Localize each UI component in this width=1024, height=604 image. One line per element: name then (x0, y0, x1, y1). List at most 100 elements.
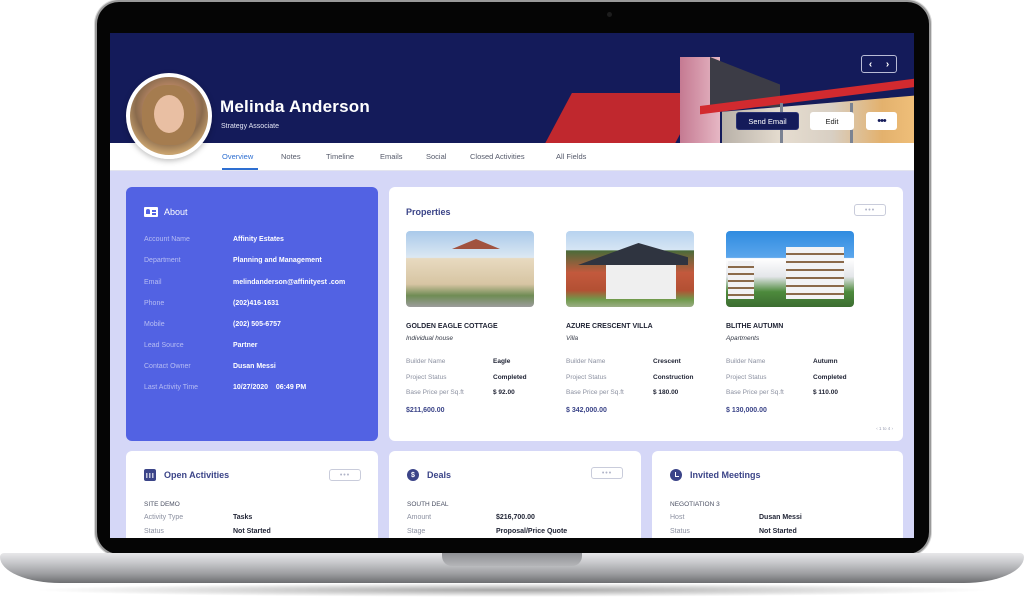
property-image[interactable] (726, 231, 854, 307)
edit-button[interactable]: Edit (810, 112, 854, 130)
email-link[interactable]: melindanderson@affinityest .com (233, 279, 345, 286)
property-type: Individual house (406, 335, 453, 342)
field-value: $ 180.00 (653, 389, 679, 396)
field-value: $ 92.00 (493, 389, 515, 396)
crm-screen: Melinda Anderson Strategy Associate ‹ › … (110, 33, 914, 538)
field-value: Dusan Messi (759, 514, 802, 521)
field-label: Last Activity Time (144, 384, 199, 391)
field-label: Project Status (726, 374, 767, 381)
field-value: Autumn (813, 358, 838, 365)
calendar-icon (144, 469, 156, 481)
property-total: $ 130,000.00 (726, 407, 767, 414)
property-total: $211,600.00 (406, 407, 445, 414)
about-card: About Account Name Affinity Estates Depa… (126, 187, 378, 441)
deals-card: $ Deals ••• SOUTH DEAL Amount $216,700.0… (389, 451, 641, 538)
field-label: Base Price per Sq.ft (566, 389, 624, 396)
field-value: Affinity Estates (233, 236, 284, 243)
tab-all-fields[interactable]: All Fields (556, 152, 586, 161)
contact-title: Strategy Associate (221, 123, 279, 130)
field-value: Tasks (233, 514, 253, 521)
field-label: Builder Name (406, 358, 446, 365)
dollar-icon: $ (407, 469, 419, 481)
property-image[interactable] (566, 231, 694, 307)
field-label: Builder Name (726, 358, 766, 365)
deals-more-button[interactable]: ••• (591, 467, 623, 479)
field-value: Partner (233, 342, 258, 349)
active-tab-indicator (222, 168, 258, 170)
field-value: Construction (653, 374, 694, 381)
field-label: Builder Name (566, 358, 606, 365)
more-actions-button[interactable]: ••• (866, 112, 897, 130)
camera (607, 12, 612, 17)
property-type: Apartments (726, 335, 760, 342)
field-label: Host (670, 514, 685, 521)
field-label: Base Price per Sq.ft (406, 389, 464, 396)
field-label: Status (144, 528, 164, 535)
meeting-name[interactable]: NEGOTIATION 3 (670, 501, 720, 508)
chevron-right-icon[interactable]: › (886, 59, 889, 70)
clock-icon (670, 469, 682, 481)
tab-timeline[interactable]: Timeline (326, 152, 354, 161)
invited-meetings-title: Invited Meetings (690, 470, 761, 480)
open-activities-card: Open Activities ••• SITE DEMO Activity T… (126, 451, 378, 538)
mobile-link[interactable]: (202) 505-6757 (233, 321, 281, 328)
deals-title: Deals (427, 470, 452, 480)
field-label: Contact Owner (144, 363, 191, 370)
contact-card-icon (144, 207, 158, 217)
field-label: Stage (407, 528, 426, 535)
field-label: Mobile (144, 321, 165, 328)
field-label: Phone (144, 300, 165, 307)
phone-link[interactable]: (202)416-1631 (233, 300, 279, 307)
avatar-photo (154, 95, 184, 133)
field-value: Not Started (759, 528, 797, 535)
activity-name[interactable]: SITE DEMO (144, 501, 180, 508)
property-type: Villa (566, 335, 579, 342)
laptop-shadow (30, 583, 994, 597)
tab-social[interactable]: Social (426, 152, 446, 161)
field-value: Crescent (653, 358, 681, 365)
banner-building-art (540, 93, 702, 143)
field-label: Amount (407, 514, 432, 521)
open-activities-more-button[interactable]: ••• (329, 469, 361, 481)
field-label: Email (144, 279, 162, 286)
send-email-button[interactable]: Send Email (736, 112, 799, 130)
field-label: Activity Type (144, 514, 184, 521)
property-name[interactable]: GOLDEN EAGLE COTTAGE (406, 323, 498, 330)
field-label: Base Price per Sq.ft (726, 389, 784, 396)
tab-emails[interactable]: Emails (380, 152, 403, 161)
invited-meetings-card: Invited Meetings NEGOTIATION 3 Host Dusa… (652, 451, 903, 538)
tab-notes[interactable]: Notes (281, 152, 301, 161)
chevron-left-icon[interactable]: ‹ (869, 59, 872, 70)
property-image[interactable] (406, 231, 534, 307)
property-name[interactable]: AZURE CRESCENT VILLA (566, 323, 653, 330)
tab-closed-activities[interactable]: Closed Activities (470, 152, 525, 161)
field-value: $216,700.00 (496, 514, 535, 521)
tab-bar: Overview Notes Timeline Emails Social Cl… (110, 143, 914, 171)
field-value: Dusan Messi (233, 363, 276, 370)
field-value: Completed (493, 374, 527, 381)
field-value: Proposal/Price Quote (496, 528, 568, 535)
field-label: Project Status (406, 374, 447, 381)
open-activities-title: Open Activities (164, 470, 230, 480)
properties-pager[interactable]: ‹ 1 to 4 › (876, 426, 893, 431)
field-label: Account Name (144, 236, 190, 243)
record-navigation: ‹ › (861, 55, 897, 73)
about-title: About (164, 207, 188, 217)
contact-name: Melinda Anderson (220, 97, 370, 116)
field-value: $ 110.00 (813, 389, 838, 396)
field-label: Department (144, 257, 181, 264)
field-value: Not Started (233, 528, 271, 535)
tab-overview[interactable]: Overview (222, 152, 253, 161)
avatar (126, 73, 212, 159)
laptop-notch (442, 553, 582, 566)
property-total: $ 342,000.00 (566, 407, 607, 414)
field-value: Planning and Management (233, 257, 322, 264)
properties-card: Properties ••• GOLDEN EAGLE COTTAGE Indi… (389, 187, 903, 441)
field-value: Completed (813, 374, 847, 381)
deal-name[interactable]: SOUTH DEAL (407, 501, 449, 508)
field-value: Eagle (493, 358, 511, 365)
field-label: Status (670, 528, 690, 535)
profile-banner: Melinda Anderson Strategy Associate ‹ › … (110, 33, 914, 143)
property-name[interactable]: BLITHE AUTUMN (726, 323, 783, 330)
properties-more-button[interactable]: ••• (854, 204, 886, 216)
